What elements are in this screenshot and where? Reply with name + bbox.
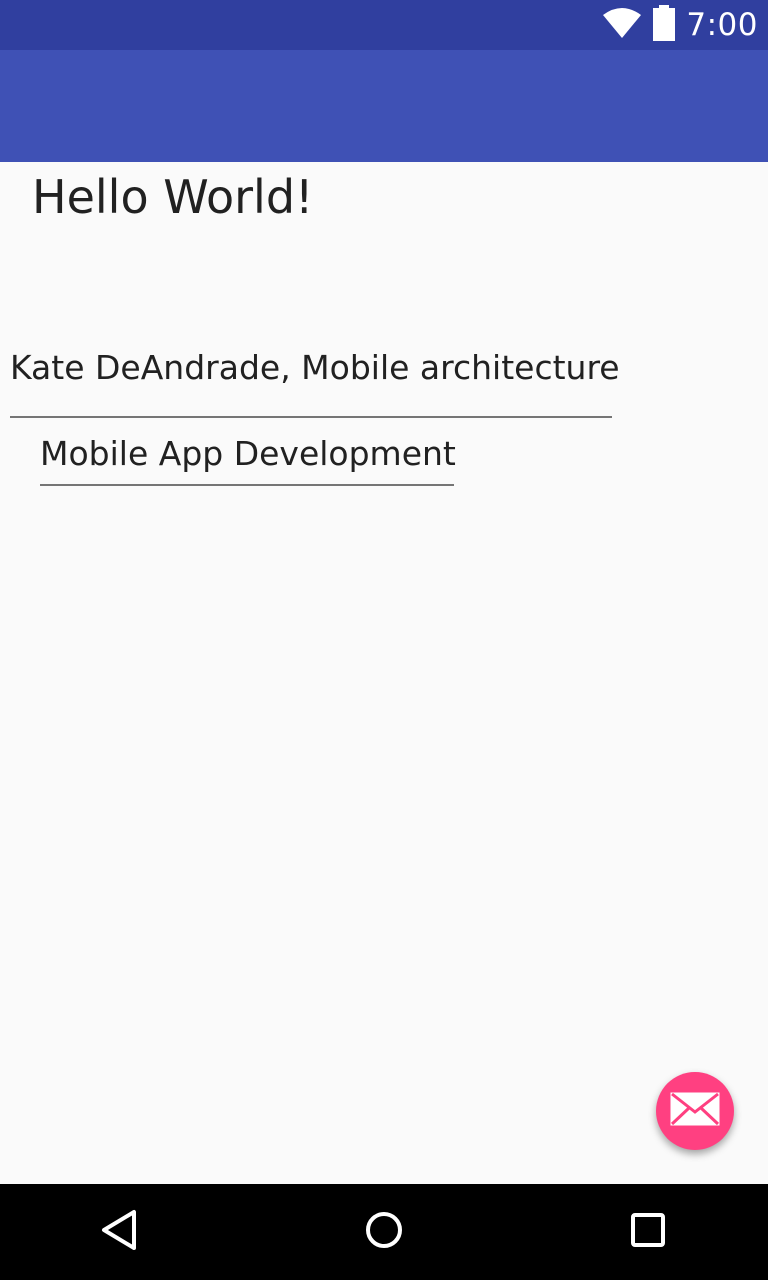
app-bar xyxy=(0,50,768,162)
home-icon xyxy=(364,1210,404,1254)
name-field-value[interactable]: Kate DeAndrade, Mobile architecture xyxy=(10,348,620,387)
status-bar: 7:00 xyxy=(0,0,768,50)
status-time: 7:00 xyxy=(686,7,758,43)
course-field[interactable]: Mobile App Development xyxy=(40,432,456,486)
email-icon xyxy=(670,1092,720,1130)
battery-icon xyxy=(652,5,676,45)
back-button[interactable] xyxy=(90,1202,150,1262)
recents-icon xyxy=(630,1212,666,1252)
wifi-icon xyxy=(602,7,642,43)
course-field-value[interactable]: Mobile App Development xyxy=(40,434,456,473)
back-icon xyxy=(100,1209,140,1255)
recents-button[interactable] xyxy=(618,1202,678,1262)
name-field[interactable]: Kate DeAndrade, Mobile architecture xyxy=(10,346,620,418)
home-button[interactable] xyxy=(354,1202,414,1262)
navigation-bar xyxy=(0,1184,768,1280)
hello-text: Hello World! xyxy=(32,170,314,224)
status-icons: 7:00 xyxy=(602,0,758,50)
email-fab-button[interactable] xyxy=(656,1072,734,1150)
main-content: Hello World! Kate DeAndrade, Mobile arch… xyxy=(0,162,768,1184)
